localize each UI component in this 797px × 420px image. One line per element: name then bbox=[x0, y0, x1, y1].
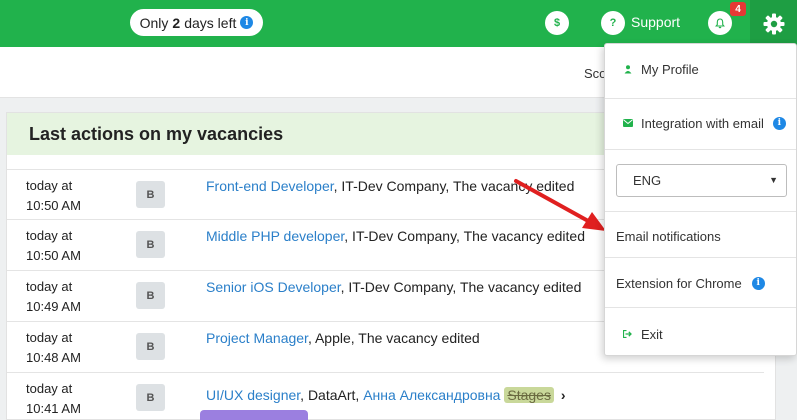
menu-item-my-profile[interactable]: My Profile bbox=[605, 58, 796, 80]
chevron-right-icon[interactable]: › bbox=[561, 387, 566, 403]
time-clock: 10:41 AM bbox=[26, 401, 81, 416]
trial-suffix: days left bbox=[184, 14, 237, 31]
vacancy-link[interactable]: UI/UX designer bbox=[206, 387, 300, 403]
billing-button[interactable]: $ bbox=[545, 11, 569, 35]
purple-tag-partial bbox=[200, 410, 308, 420]
time-day: today at bbox=[26, 330, 73, 345]
company-text: , IT-Dev Company, bbox=[344, 228, 460, 244]
menu-item-email-notifications[interactable]: Email notifications bbox=[605, 225, 796, 247]
language-select[interactable]: ENG ▼ bbox=[616, 164, 787, 197]
table-row: today at 10:41 AM B UI/UX designer, Data… bbox=[7, 372, 764, 420]
company-text: , IT-Dev Company, bbox=[340, 279, 457, 295]
time-clock: 10:49 AM bbox=[26, 299, 81, 314]
vacancy-link[interactable]: Front-end Developer bbox=[206, 178, 334, 194]
caret-down-icon: ▼ bbox=[769, 175, 778, 185]
exit-icon bbox=[623, 330, 632, 338]
time-day: today at bbox=[26, 279, 73, 294]
menu-item-label: Exit bbox=[641, 326, 663, 342]
candidate-link[interactable]: Анна Александровна bbox=[363, 387, 500, 403]
menu-divider bbox=[605, 307, 796, 308]
menu-item-integration-email[interactable]: Integration with email i bbox=[605, 112, 796, 134]
menu-item-label: My Profile bbox=[641, 61, 699, 77]
info-icon[interactable]: i bbox=[240, 16, 254, 29]
vacancy-link[interactable]: Middle PHP developer bbox=[206, 228, 344, 244]
menu-divider bbox=[605, 211, 796, 212]
trial-prefix: Only bbox=[139, 14, 169, 31]
envelope-icon bbox=[623, 119, 633, 127]
question-icon: ? bbox=[609, 17, 617, 29]
action-description: UI/UX designer, DataArt, Анна Александро… bbox=[206, 387, 566, 403]
action-text: The vacancy edited bbox=[459, 279, 582, 295]
notification-count-badge: 4 bbox=[730, 2, 746, 16]
company-text: , IT-Dev Company, bbox=[333, 178, 450, 194]
trial-days-pill[interactable]: Only 2 days left i bbox=[130, 9, 263, 36]
menu-divider bbox=[605, 98, 796, 99]
time-day: today at bbox=[26, 178, 73, 193]
vacancy-link[interactable]: Project Manager bbox=[206, 330, 308, 346]
info-icon[interactable]: i bbox=[772, 116, 786, 130]
language-value: ENG bbox=[633, 173, 662, 188]
avatar[interactable]: B bbox=[136, 384, 165, 411]
settings-dropdown-menu: My Profile Integration with email i ENG … bbox=[604, 43, 797, 356]
action-time: today at 10:50 AM bbox=[26, 176, 81, 216]
action-text: The vacancy edited bbox=[358, 330, 480, 346]
company-text: , Apple, bbox=[307, 330, 355, 346]
gear-icon bbox=[763, 13, 784, 34]
red-arrow-annotation bbox=[514, 179, 606, 231]
menu-item-exit[interactable]: Exit bbox=[605, 323, 796, 345]
avatar[interactable]: B bbox=[136, 181, 165, 208]
menu-divider bbox=[605, 149, 796, 150]
notifications-button[interactable] bbox=[708, 11, 732, 35]
avatar[interactable]: B bbox=[136, 282, 165, 309]
action-time: today at 10:48 AM bbox=[26, 328, 81, 368]
avatar[interactable]: B bbox=[136, 231, 165, 258]
action-description: Project Manager, Apple, The vacancy edit… bbox=[206, 330, 480, 346]
vacancy-link[interactable]: Senior iOS Developer bbox=[206, 279, 341, 295]
top-bar: Only 2 days left i $ ? Support 4 bbox=[0, 0, 797, 47]
dollar-icon: $ bbox=[553, 17, 561, 29]
settings-button[interactable] bbox=[750, 0, 797, 47]
time-day: today at bbox=[26, 228, 73, 243]
menu-item-label: Email notifications bbox=[616, 228, 721, 244]
time-clock: 10:50 AM bbox=[26, 248, 81, 263]
menu-item-label: Extension for Chrome bbox=[616, 275, 742, 291]
support-icon-button[interactable]: ? bbox=[601, 11, 625, 35]
time-clock: 10:48 AM bbox=[26, 350, 81, 365]
info-icon[interactable]: i bbox=[751, 276, 765, 290]
action-time: today at 10:41 AM bbox=[26, 379, 81, 419]
trial-days-count: 2 bbox=[172, 14, 181, 31]
company-text: , DataArt, bbox=[300, 387, 360, 403]
time-clock: 10:50 AM bbox=[26, 198, 81, 213]
action-time: today at 10:49 AM bbox=[26, 277, 81, 317]
menu-divider bbox=[605, 257, 796, 258]
menu-item-label: Integration with email bbox=[641, 115, 764, 131]
support-link[interactable]: Support bbox=[631, 14, 680, 30]
action-time: today at 10:50 AM bbox=[26, 226, 81, 266]
bell-icon bbox=[715, 17, 725, 28]
stage-tag: Stages bbox=[504, 387, 554, 403]
time-day: today at bbox=[26, 381, 73, 396]
user-icon bbox=[624, 64, 632, 73]
action-description: Senior iOS Developer, IT-Dev Company, Th… bbox=[206, 279, 581, 295]
menu-item-chrome-extension[interactable]: Extension for Chrome i bbox=[605, 272, 796, 294]
avatar[interactable]: B bbox=[136, 333, 165, 360]
